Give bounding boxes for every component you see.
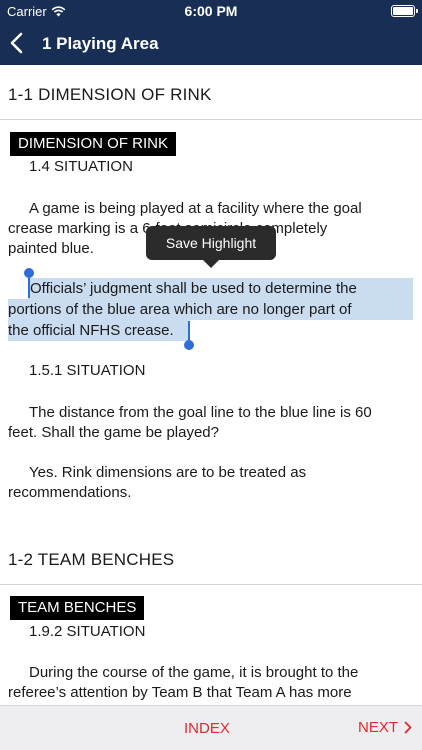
situation-question-line: The distance from the goal line to the b… [29,404,372,421]
back-button[interactable] [6,30,30,56]
chevron-left-icon [10,32,23,54]
situation-question-line: A game is being played at a facility whe… [29,200,362,217]
battery-icon [391,5,418,17]
selection-start-caret [28,276,30,298]
situation-question-line: During the course of the game, it is bro… [29,664,359,681]
section-header-dimension: 1-1 DIMENSION OF RINK [0,67,422,120]
situation-number: 1.4 SITUATION [29,158,133,175]
situation-question-line: feet. Shall the game be played? [8,424,219,441]
status-bar: Carrier 6:00 PM [0,0,422,22]
selection-end-handle[interactable] [184,340,194,350]
save-highlight-button[interactable]: Save Highlight [146,226,276,268]
bottom-toolbar: INDEX NEXT [0,705,422,750]
nav-bar: 1 Playing Area [0,22,422,65]
section-title: 1-2 TEAM BENCHES [8,550,175,569]
situation-answer-line: Yes. Rink dimensions are to be treated a… [29,464,307,481]
highlighted-text-line[interactable]: the official NFHS crease. [8,320,174,341]
chevron-right-icon [404,721,412,734]
section-title: 1-1 DIMENSION OF RINK [8,85,212,104]
status-time: 6:00 PM [184,3,238,19]
situation-answer-line: recommendations. [8,484,132,501]
highlighted-text-line[interactable]: Officials’ judgment shall be used to det… [30,278,357,299]
section-header-team-benches: 1-2 TEAM BENCHES [0,532,422,585]
situation-number: 1.5.1 SITUATION [29,362,146,379]
highlighted-text-line[interactable]: portions of the blue area which are no l… [8,299,352,320]
rule-content[interactable]: 1-1 DIMENSION OF RINK DIMENSION OF RINK … [0,65,422,705]
situation-question-line: referee’s attention by Team B that Team … [8,684,352,701]
page-title: 1 Playing Area [42,34,159,53]
situation-question-line: painted blue. [8,240,94,257]
next-button[interactable]: NEXT [358,719,412,736]
index-button[interactable]: INDEX [184,720,230,737]
section-label: DIMENSION OF RINK [10,132,177,156]
next-label: NEXT [357,719,398,736]
section-label: TEAM BENCHES [10,596,145,620]
situation-number: 1.9.2 SITUATION [29,623,146,640]
